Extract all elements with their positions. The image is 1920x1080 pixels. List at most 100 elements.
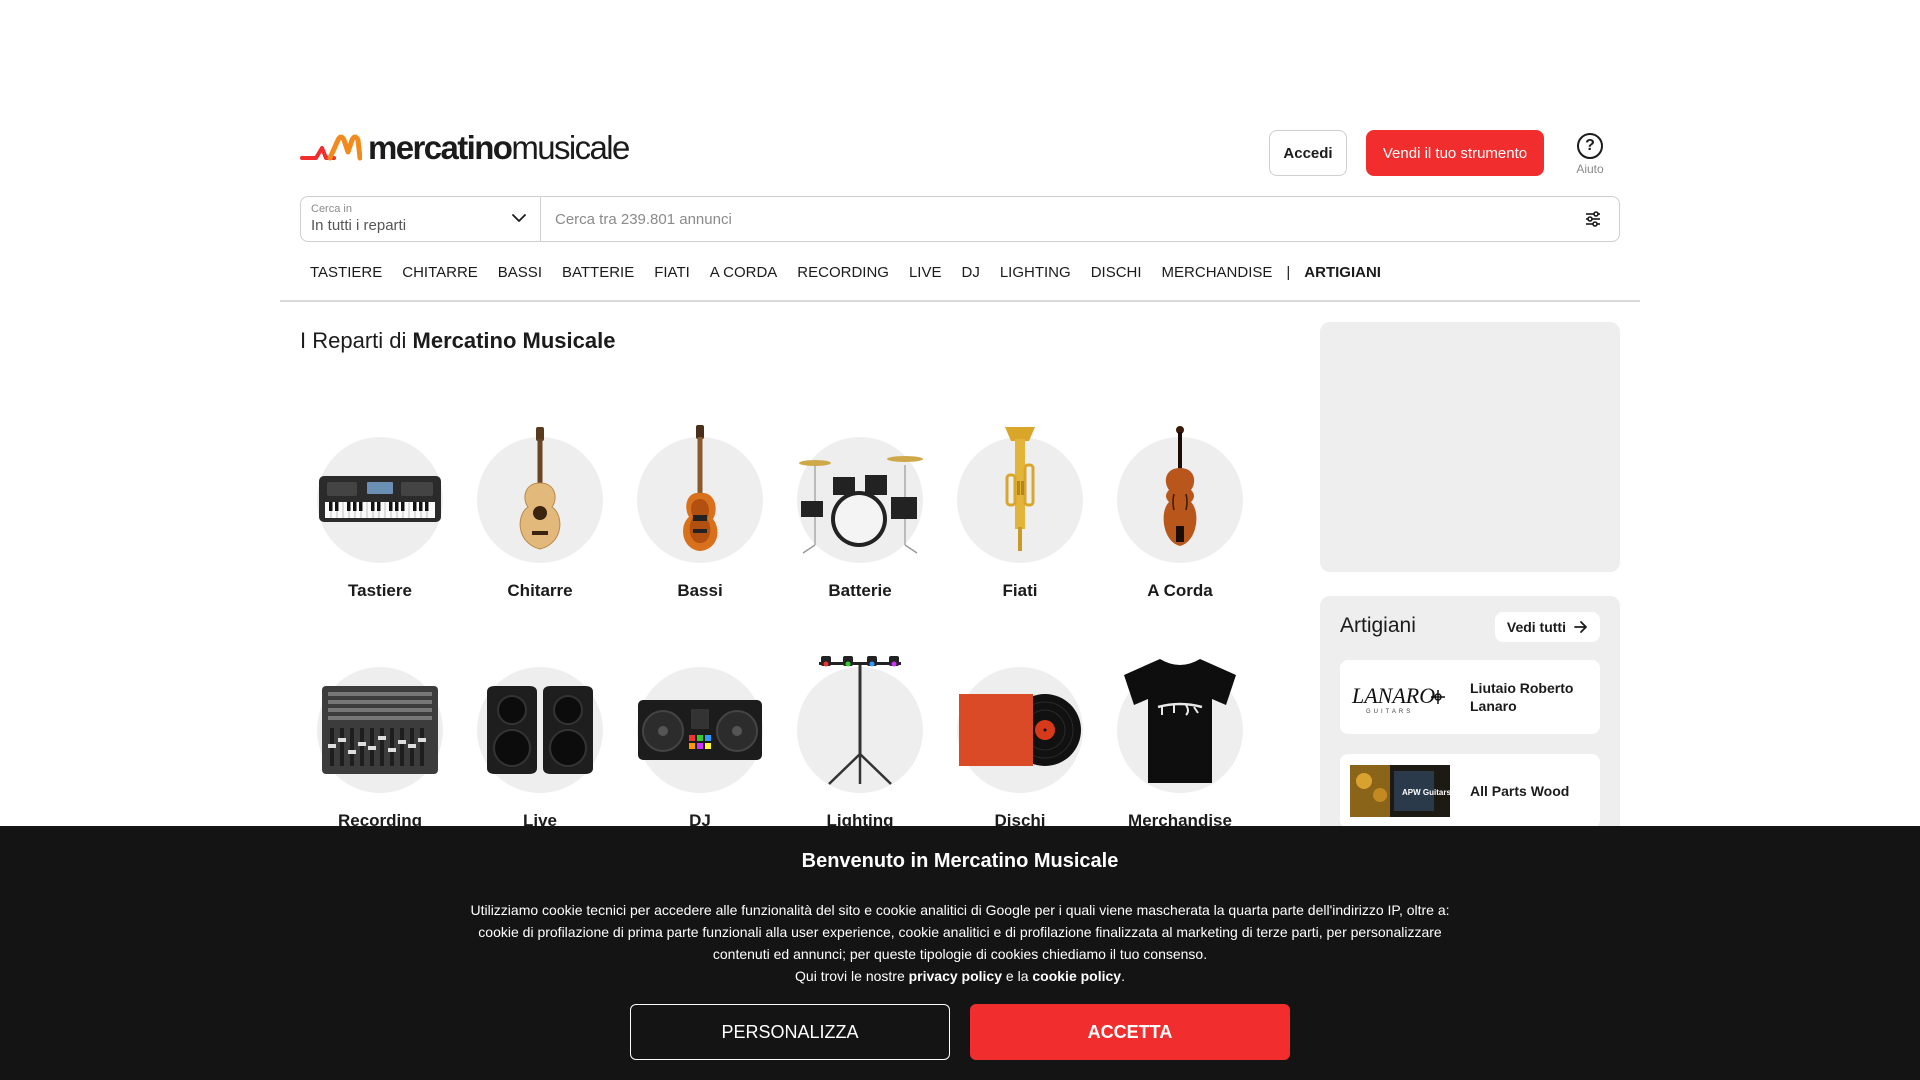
nav-item-lighting[interactable]: LIGHTING bbox=[1000, 264, 1071, 281]
search-bar: Cerca in In tutti i reparti bbox=[300, 196, 1620, 242]
search-input[interactable] bbox=[541, 197, 1567, 241]
ad-placeholder bbox=[1320, 322, 1620, 572]
see-all-artisans-button[interactable]: Vedi tutti bbox=[1494, 612, 1600, 642]
category-circle bbox=[1117, 425, 1243, 563]
category-label: Fiati bbox=[1002, 581, 1038, 600]
see-all-label: Vedi tutti bbox=[1506, 619, 1566, 635]
artisans-title: Artigiani bbox=[1340, 614, 1416, 637]
page-title: I Reparti di Mercatino Musicale bbox=[300, 328, 615, 354]
accept-cookies-button[interactable]: ACCETTA bbox=[970, 1004, 1290, 1060]
category-dj[interactable]: DJ bbox=[630, 667, 770, 831]
artisan-card[interactable]: APW Guitars All Parts Wood bbox=[1340, 754, 1600, 828]
header-divider bbox=[280, 300, 1640, 302]
artisan-card[interactable]: LANARO GUITARS Liutaio Roberto Lanaro bbox=[1340, 660, 1600, 734]
cookie-policy-link[interactable]: cookie policy bbox=[1032, 968, 1121, 984]
category-circle bbox=[797, 437, 923, 563]
nav-item-bassi[interactable]: BASSI bbox=[498, 264, 542, 281]
logo-light-text: musicale bbox=[511, 129, 630, 166]
cookie-links: Qui trovi le nostre privacy policy e la … bbox=[460, 965, 1460, 987]
department-select[interactable]: Cerca in In tutti i reparti bbox=[301, 197, 541, 241]
logo-mark-icon bbox=[300, 134, 362, 161]
category-recording[interactable]: Recording bbox=[310, 667, 450, 831]
artisan-name: All Parts Wood bbox=[1470, 783, 1570, 799]
question-icon: ? bbox=[1577, 133, 1603, 159]
arrow-right-icon bbox=[1574, 621, 1587, 633]
privacy-policy-link[interactable]: privacy policy bbox=[909, 968, 1002, 984]
cookie-body: Utilizziamo cookie tecnici per accedere … bbox=[470, 902, 1450, 962]
speaker-icon bbox=[487, 686, 593, 774]
category-chitarre[interactable]: Chitarre bbox=[470, 426, 610, 601]
department-select-value: In tutti i reparti bbox=[311, 217, 407, 234]
category-bassi[interactable]: Bassi bbox=[630, 424, 770, 601]
category-circle bbox=[317, 437, 443, 563]
category-circle bbox=[477, 667, 603, 793]
nav-item-a-corda[interactable]: A CORDA bbox=[710, 264, 778, 281]
category-circle bbox=[637, 667, 763, 793]
nav-separator: | bbox=[1286, 263, 1291, 281]
login-button[interactable]: Accedi bbox=[1269, 130, 1347, 176]
site-logo[interactable]: mercatinomusicale bbox=[300, 128, 630, 168]
nav-item-recording[interactable]: RECORDING bbox=[797, 264, 889, 281]
nav-item-dischi[interactable]: DISCHI bbox=[1091, 264, 1142, 281]
category-circle bbox=[957, 426, 1083, 563]
logo-bold-text: mercatino bbox=[368, 129, 513, 166]
category-label: A Corda bbox=[1147, 581, 1213, 600]
category-lighting[interactable]: Lighting bbox=[790, 655, 930, 831]
category-circle bbox=[477, 426, 603, 563]
artisan-logo-text: LANARO bbox=[1351, 683, 1435, 708]
nav-item-tastiere[interactable]: TASTIERE bbox=[310, 264, 382, 281]
help-label: Aiuto bbox=[1576, 162, 1604, 176]
artisans-panel: Artigiani Vedi tutti LANARO GUITARS Liut… bbox=[1320, 596, 1620, 856]
category-batterie[interactable]: Batterie bbox=[790, 437, 930, 601]
cookie-links-prefix: Qui trovi le nostre bbox=[795, 968, 905, 984]
artisan-name: Liutaio Roberto Lanaro bbox=[1470, 680, 1574, 714]
page-title-prefix: I Reparti di bbox=[300, 328, 407, 353]
category-live[interactable]: Live bbox=[470, 667, 610, 831]
filter-button[interactable] bbox=[1567, 197, 1619, 241]
dj-controller-icon bbox=[638, 700, 762, 760]
nav-item-merchandise[interactable]: MERCHANDISE bbox=[1162, 264, 1273, 281]
category-tastiere[interactable]: Tastiere bbox=[310, 437, 450, 601]
mixer-icon bbox=[322, 686, 438, 774]
category-a-corda[interactable]: A Corda bbox=[1110, 425, 1250, 601]
nav-item-chitarre[interactable]: CHITARRE bbox=[402, 264, 478, 281]
category-label: Chitarre bbox=[507, 581, 573, 600]
page-title-bold: Mercatino Musicale bbox=[412, 328, 616, 353]
nav-item-artigiani[interactable]: ARTIGIANI bbox=[1304, 264, 1381, 281]
category-fiati[interactable]: Fiati bbox=[950, 426, 1090, 601]
category-circle bbox=[797, 655, 923, 793]
drums-icon bbox=[799, 456, 923, 554]
chevron-down-icon bbox=[512, 214, 526, 222]
artisan-logo-lanaro: LANARO GUITARS bbox=[1351, 683, 1445, 715]
nav-item-dj[interactable]: DJ bbox=[962, 264, 980, 281]
category-circle bbox=[1117, 658, 1243, 793]
cookie-title: Benvenuto in Mercatino Musicale bbox=[801, 850, 1119, 872]
tshirt-icon bbox=[1124, 658, 1236, 783]
category-circle bbox=[637, 424, 763, 563]
bass-icon bbox=[683, 424, 718, 551]
nav-item-live[interactable]: LIVE bbox=[909, 264, 942, 281]
category-merchandise[interactable]: Merchandise bbox=[1110, 658, 1250, 831]
keyboard-icon bbox=[319, 476, 441, 522]
category-label: Tastiere bbox=[348, 581, 412, 600]
artisan-photo-text: APW Guitars bbox=[1402, 788, 1450, 797]
sell-instrument-button[interactable]: Vendi il tuo strumento bbox=[1366, 130, 1544, 176]
category-dischi[interactable]: Dischi bbox=[950, 667, 1090, 831]
customize-cookies-button[interactable]: PERSONALIZZA bbox=[630, 1004, 950, 1060]
sliders-icon bbox=[1586, 211, 1600, 227]
lighting-stand-icon bbox=[819, 655, 901, 785]
artisan-photo-apw: APW Guitars bbox=[1350, 765, 1450, 817]
nav-item-batterie[interactable]: BATTERIE bbox=[562, 264, 634, 281]
trumpet-icon bbox=[1005, 426, 1035, 551]
category-circle bbox=[317, 667, 443, 793]
category-circle bbox=[957, 667, 1083, 793]
department-nav: TASTIERE CHITARRE BASSI BATTERIE FIATI A… bbox=[300, 260, 1620, 284]
cookie-buttons: PERSONALIZZA ACCETTA bbox=[630, 1004, 1290, 1060]
nav-item-fiati[interactable]: FIATI bbox=[654, 264, 690, 281]
help-link[interactable]: ? Aiuto bbox=[1570, 133, 1610, 176]
category-label: Bassi bbox=[677, 581, 723, 600]
cookie-text: Utilizziamo cookie tecnici per accedere … bbox=[460, 899, 1460, 987]
violin-icon bbox=[1163, 425, 1197, 546]
artisan-logo-sub: GUITARS bbox=[1366, 709, 1413, 715]
logo-wordmark: mercatinomusicale bbox=[368, 129, 630, 167]
